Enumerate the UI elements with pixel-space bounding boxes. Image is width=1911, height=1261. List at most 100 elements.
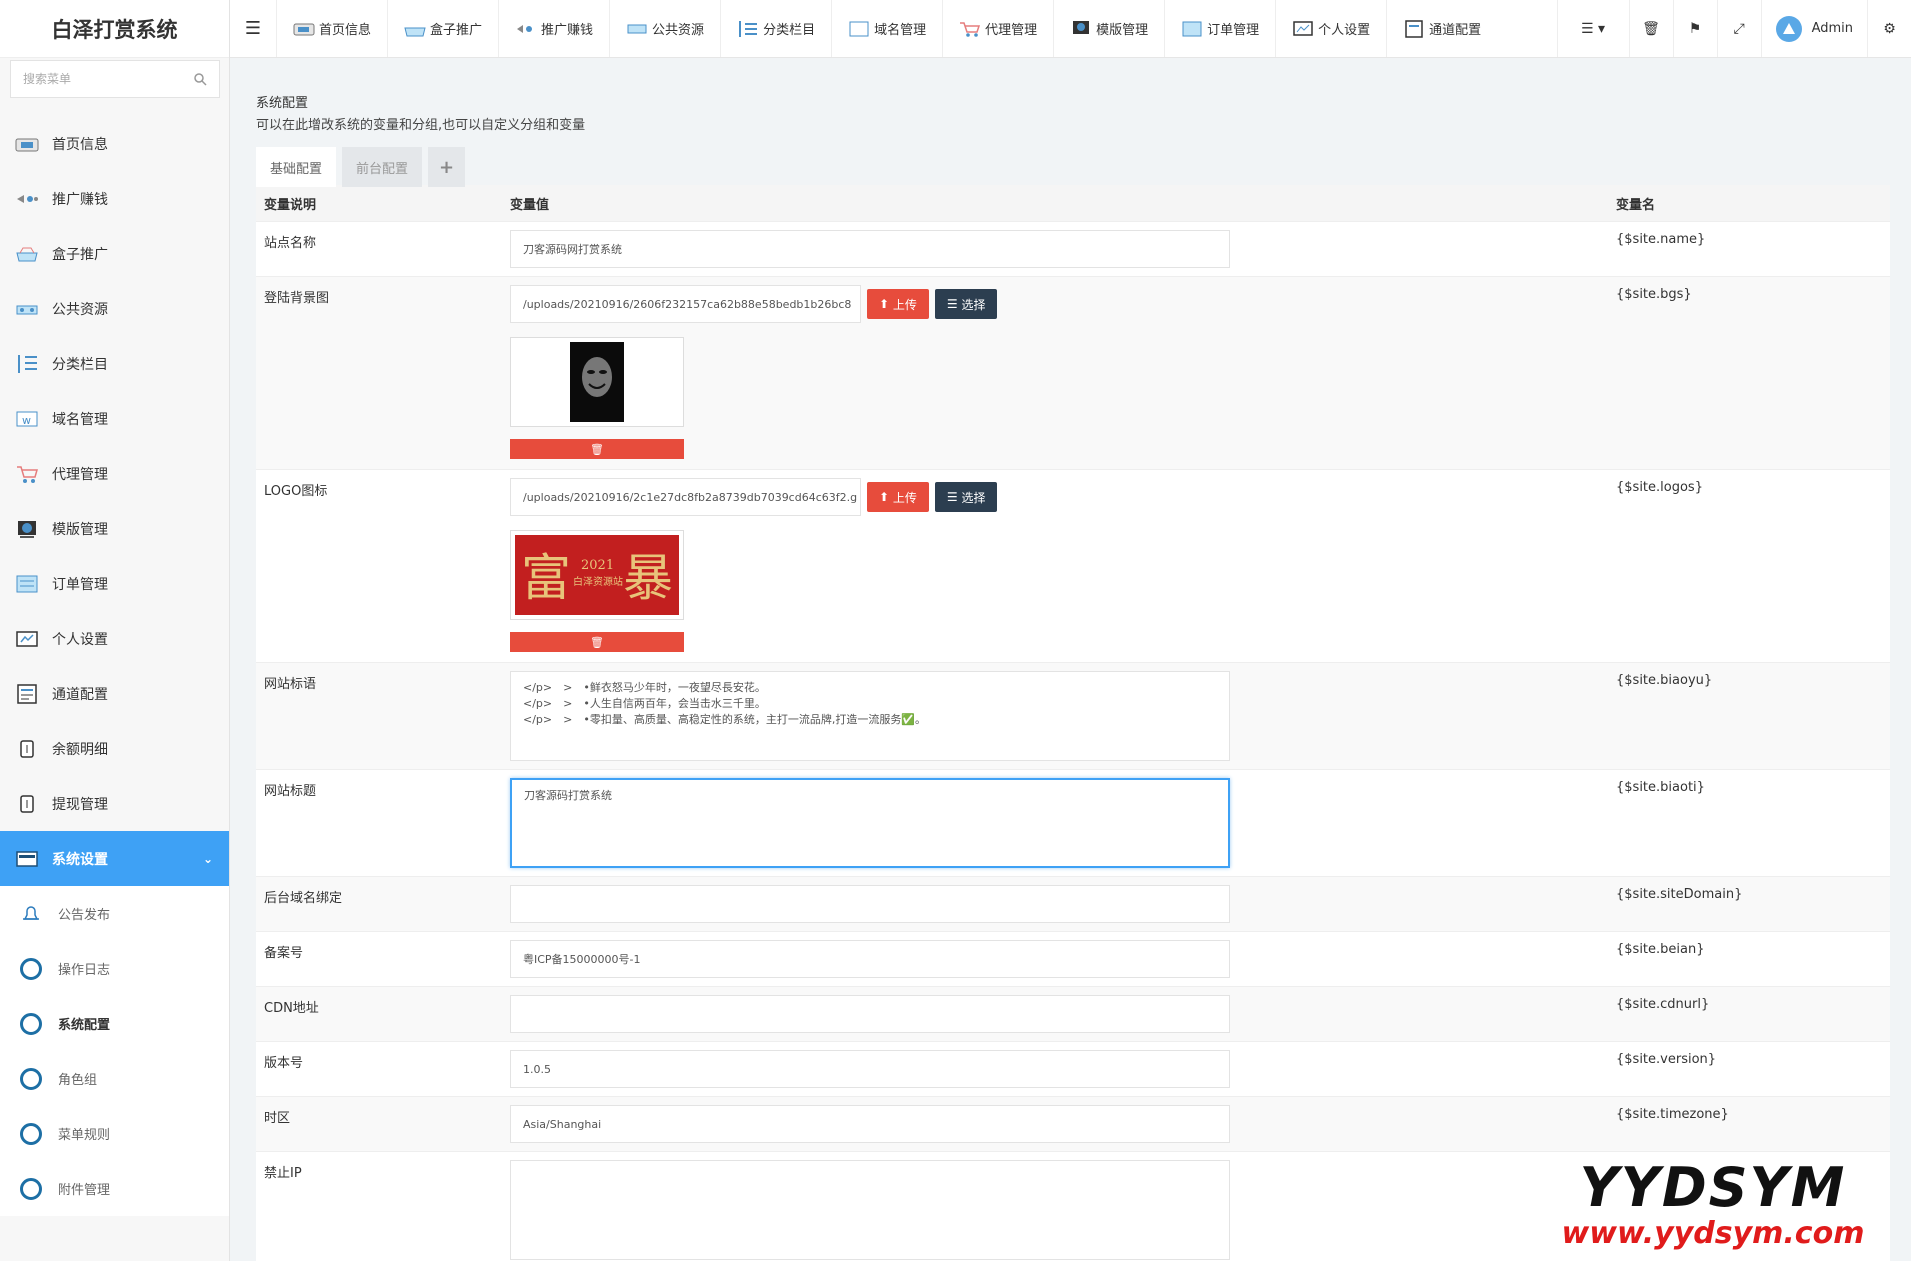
row-label: 站点名称 (264, 236, 317, 251)
list-icon: ☰ ▾ (1581, 20, 1606, 37)
sidebar-item-category[interactable]: 分类栏目 (0, 336, 229, 391)
top-nav-resource[interactable]: 公共资源 (609, 0, 720, 57)
delete-image-button[interactable]: 🗑 (510, 632, 684, 652)
sidebar-item-dashboard[interactable]: 首页信息 (0, 116, 229, 171)
domain-icon: w (14, 408, 40, 430)
sidebar-subitem-log[interactable]: 操作日志 (0, 941, 229, 996)
top-nav-label: 首页信息 (319, 23, 372, 38)
top-nav-label: 订单管理 (1207, 23, 1260, 38)
sidebar-item-resource[interactable]: 公共资源 (0, 281, 229, 336)
mask-image (570, 342, 624, 422)
sidebar-item-settings[interactable]: 系统设置 ⌄ (0, 831, 229, 886)
top-nav-box[interactable]: 盒子推广 (387, 0, 498, 57)
sidebar-item-label: 推广赚钱 (52, 191, 108, 208)
template-icon (1073, 20, 1090, 34)
top-nav-channel[interactable]: 通道配置 (1386, 0, 1497, 57)
circle-icon (20, 1067, 42, 1090)
beian-input[interactable]: 粤ICP备15000000号-1 (510, 940, 1230, 978)
sidebar-item-domain[interactable]: w 域名管理 (0, 391, 229, 446)
sidebar-item-channel[interactable]: 通道配置 (0, 666, 229, 721)
sidebar-item-profile[interactable]: 个人设置 (0, 611, 229, 666)
sidebar-item-label: 域名管理 (52, 411, 108, 428)
upload-label: 上传 (892, 490, 917, 505)
row-varname: {$site.biaoyu} (1616, 673, 1713, 688)
logo-preview[interactable]: 富 暴 2021 白泽资源站 (510, 530, 684, 620)
table-header: 变量说明 变量值 变量名 (256, 185, 1890, 221)
user-menu[interactable]: Admin (1760, 0, 1867, 57)
tab-basic-config[interactable]: 基础配置 (256, 147, 337, 187)
version-input[interactable]: 1.0.5 (510, 1050, 1230, 1088)
site-domain-input[interactable] (510, 885, 1230, 923)
row-label: 版本号 (264, 1056, 304, 1071)
sidebar-subitem-notice[interactable]: 公告发布 (0, 886, 229, 941)
delete-image-button[interactable]: 🗑 (510, 439, 684, 459)
top-nav-template[interactable]: 模版管理 (1053, 0, 1164, 57)
site-name-input[interactable]: 刀客源码网打赏系统 (510, 230, 1230, 268)
top-nav-agent[interactable]: 代理管理 (942, 0, 1053, 57)
row-varname: {$site.beian} (1616, 942, 1705, 957)
upload-icon: ⬆ (879, 297, 893, 311)
top-nav-label: 个人设置 (1318, 23, 1371, 38)
dashboard-icon (293, 23, 315, 35)
top-nav-profile[interactable]: 个人设置 (1275, 0, 1386, 57)
add-tab-button[interactable]: + (428, 147, 466, 187)
settings-gear-button[interactable]: ⚙ (1867, 0, 1911, 57)
select-button[interactable]: ☰ 选择 (934, 289, 998, 319)
logo-path-input[interactable]: /uploads/20210916/2c1e27dc8fb2a8739db703… (510, 478, 861, 516)
sidebar-item-box[interactable]: 盒子推广 (0, 226, 229, 281)
brand-logo[interactable]: 白泽打赏系统 (0, 0, 229, 58)
sidebar-item-label: 系统设置 (52, 851, 108, 868)
language-button[interactable]: ⚑ (1672, 0, 1717, 57)
hamburger-menu-icon[interactable]: ☰ (230, 0, 276, 57)
top-nav-domain[interactable]: 域名管理 (831, 0, 942, 57)
sidebar-item-withdraw[interactable]: 提现管理 (0, 776, 229, 831)
sidebar-subitem-menu-rules[interactable]: 菜单规则 (0, 1106, 229, 1161)
more-menu-dropdown[interactable]: ☰ ▾ (1556, 0, 1629, 57)
sidebar-item-label: 代理管理 (52, 466, 108, 483)
translate-icon: ⚑ (1688, 20, 1702, 37)
login-bg-preview[interactable] (510, 337, 684, 427)
file-line: /uploads/20210916/2606f232157ca62b88e58b… (510, 285, 1608, 323)
sidebar-item-promote[interactable]: 推广赚钱 (0, 171, 229, 226)
select-button[interactable]: ☰ 选择 (934, 482, 998, 512)
template-icon (14, 518, 40, 540)
top-nav-promote[interactable]: 推广赚钱 (498, 0, 609, 57)
row-varname: {$site.bgs} (1616, 287, 1692, 302)
row-varname: {$site.version} (1616, 1052, 1717, 1067)
sidebar-item-balance[interactable]: 余额明细 (0, 721, 229, 776)
tab-frontend-config[interactable]: 前台配置 (342, 147, 423, 187)
dashboard-icon (14, 133, 40, 155)
clear-cache-button[interactable]: 🗑 (1628, 0, 1673, 57)
top-nav-category[interactable]: 分类栏目 (720, 0, 831, 57)
table-row: 后台域名绑定 {$site.siteDomain} (256, 876, 1890, 931)
search-input[interactable] (23, 72, 183, 86)
table-row: 备案号 粤ICP备15000000号-1 {$site.beian} (256, 931, 1890, 986)
chevron-down-icon: ⌄ (202, 851, 213, 866)
search-icon[interactable] (193, 72, 207, 86)
top-nav-label: 域名管理 (874, 23, 927, 38)
fullscreen-button[interactable]: ⤢ (1716, 0, 1761, 57)
sidebar-item-agent[interactable]: 代理管理 (0, 446, 229, 501)
sidebar-subitem-label: 角色组 (58, 1073, 98, 1088)
sidebar-item-order[interactable]: 订单管理 (0, 556, 229, 611)
login-bg-path-input[interactable]: /uploads/20210916/2606f232157ca62b88e58b… (510, 285, 861, 323)
top-nav-order[interactable]: 订单管理 (1164, 0, 1275, 57)
sidebar-item-label: 通道配置 (52, 686, 108, 703)
timezone-input[interactable]: Asia/Shanghai (510, 1105, 1230, 1143)
row-label: 网站标语 (264, 677, 317, 692)
upload-button[interactable]: ⬆ 上传 (867, 482, 929, 512)
forbidden-ip-textarea[interactable] (510, 1160, 1230, 1260)
sidebar-subitem-config[interactable]: 系统配置 (0, 996, 229, 1051)
sidebar-subitem-attachments[interactable]: 附件管理 (0, 1161, 229, 1216)
cdn-url-input[interactable] (510, 995, 1230, 1033)
profile-icon (1293, 20, 1313, 36)
sidebar-item-label: 个人设置 (52, 631, 108, 648)
upload-button[interactable]: ⬆ 上传 (867, 289, 929, 319)
site-title-textarea[interactable]: 刀客源码打赏系统 (510, 778, 1230, 868)
row-label: CDN地址 (264, 1001, 319, 1016)
slogan-textarea[interactable]: </p> > •鲜衣怒马少年时，一夜望尽長安花。 </p> > •人生自信两百年… (510, 671, 1230, 761)
top-nav-dashboard[interactable]: 首页信息 (276, 0, 387, 57)
promote-icon (14, 188, 40, 210)
sidebar-subitem-roles[interactable]: 角色组 (0, 1051, 229, 1106)
sidebar-item-template[interactable]: 模版管理 (0, 501, 229, 556)
